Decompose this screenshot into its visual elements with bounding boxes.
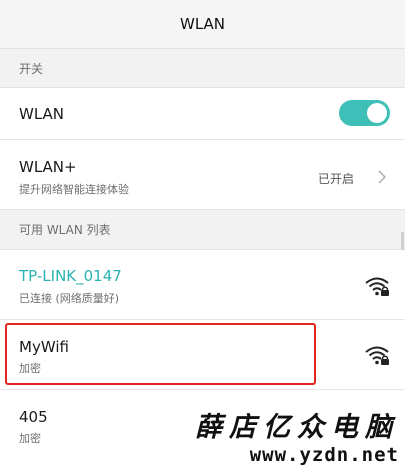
section-label: 开关 [19,61,44,76]
page-title: WLAN [179,15,225,33]
wifi-locked-icon [365,277,389,296]
wlan-plus-status: 已开启 [318,172,355,186]
section-header-available: 可用 WLAN 列表 [0,210,405,250]
title-bar: WLAN [0,0,405,49]
highlight-box [5,323,316,385]
toggle-knob [367,103,387,123]
wlan-plus-label: WLAN+ [19,158,77,176]
section-header-switch: 开关 [0,49,405,88]
network-status: 加密 [19,432,41,445]
network-row-tp-link[interactable]: TP-LINK_0147 已连接 (网络质量好) [0,250,405,320]
wlan-plus-description: 提升网络智能连接体验 [19,183,129,196]
wlan-toggle-switch[interactable] [339,100,390,126]
wlan-label: WLAN [19,105,65,123]
scrollbar[interactable] [401,232,404,250]
network-name: 405 [19,408,48,426]
watermark-name: 薛店亿众电脑 [195,412,399,443]
wlan-plus-row[interactable]: WLAN+ 提升网络智能连接体验 已开启 [0,140,405,210]
wifi-locked-icon [365,346,389,365]
network-name: TP-LINK_0147 [19,267,122,285]
watermark: 薛店亿众电脑 www.yzdn.net [195,413,399,467]
watermark-url: www.yzdn.net [249,444,399,466]
wlan-toggle-row[interactable]: WLAN [0,88,405,140]
chevron-right-icon [378,170,387,184]
network-status: 已连接 (网络质量好) [19,292,120,305]
section-label: 可用 WLAN 列表 [19,223,111,237]
